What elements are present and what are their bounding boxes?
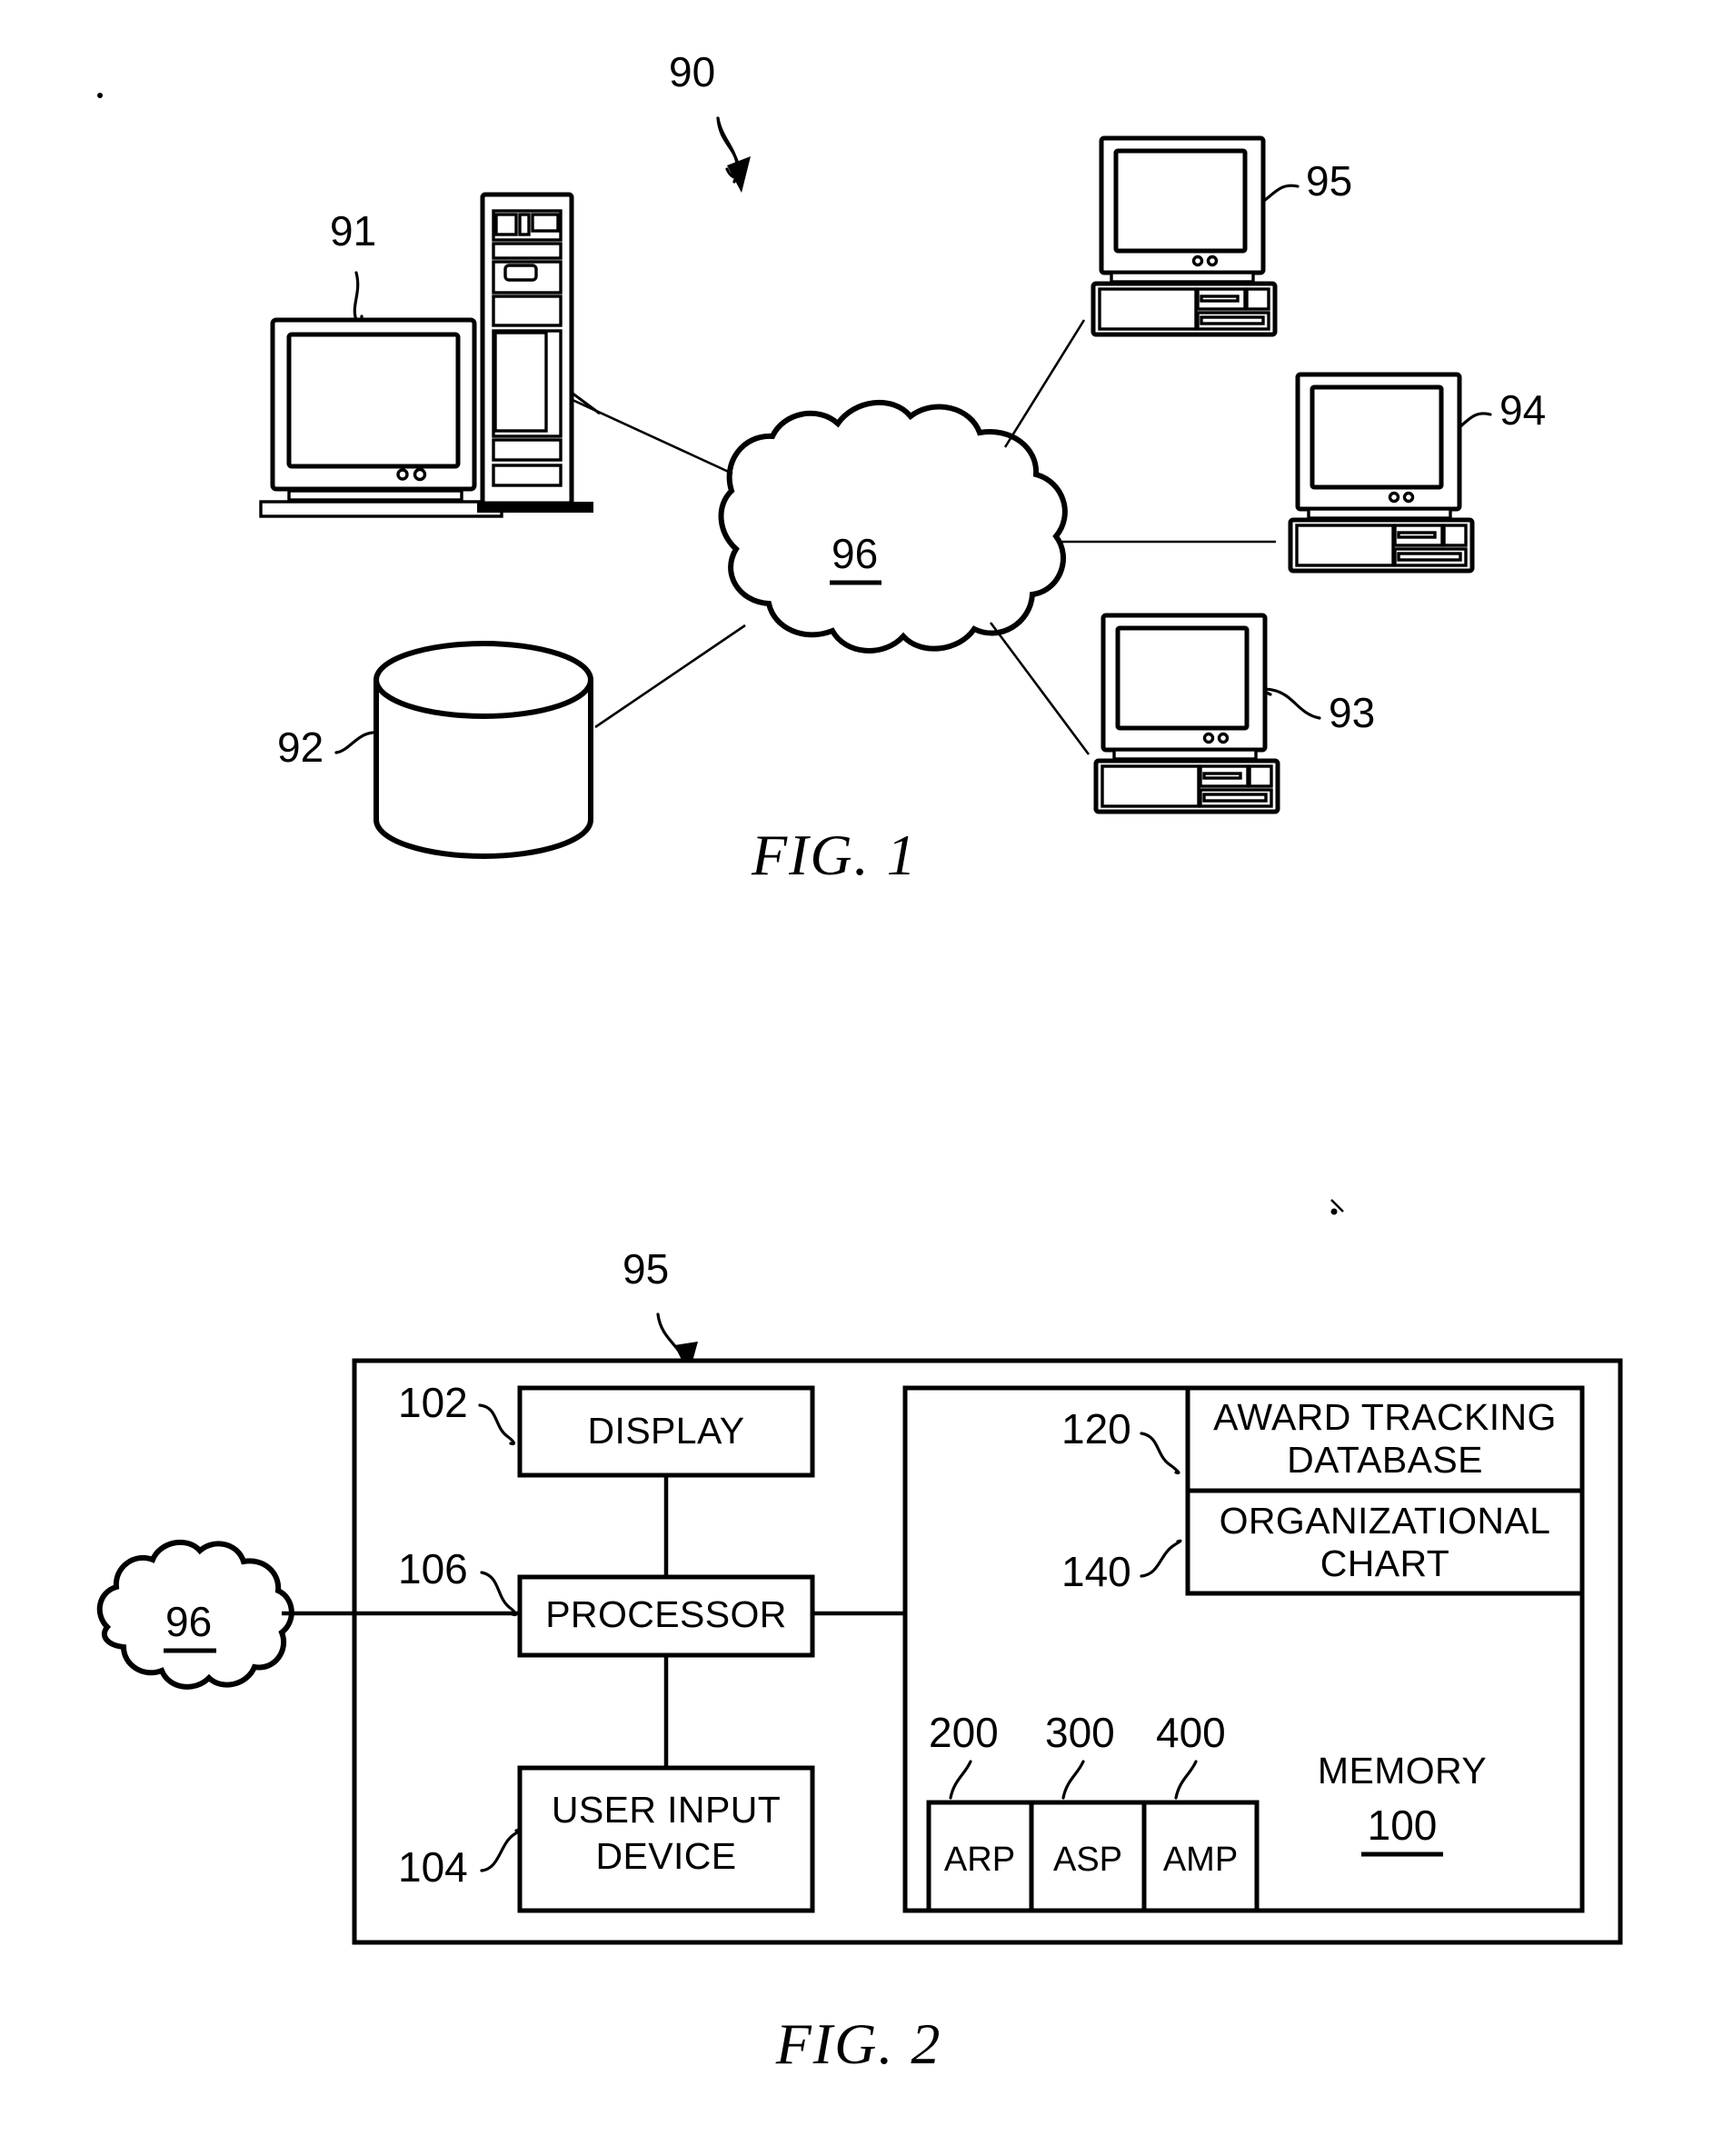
tower-94-left-panel	[1295, 524, 1395, 567]
monitor-91-base	[259, 500, 503, 518]
ref-label-140: 140	[1061, 1548, 1131, 1595]
tower-91-vent-b	[518, 213, 531, 236]
tower-91-vent-c	[531, 213, 560, 233]
db-92-top	[373, 641, 593, 719]
monitor-95-screen	[1113, 148, 1248, 254]
tower-91-vent-a	[494, 213, 518, 236]
ref-label-92: 92	[277, 724, 324, 771]
amp-box-label: AMP	[1163, 1841, 1238, 1879]
tower-91-vent-e	[492, 464, 563, 487]
tower-91-drive-bay-c	[492, 294, 563, 327]
patent-figure-sheet: 90 96 91 92 95 94 93 FIG. 1 95 96 DISPLA…	[0, 0, 1733, 2156]
ref-label-300: 300	[1045, 1709, 1115, 1756]
link-cloud-to-92	[594, 624, 746, 729]
figure-1-group: 90 96 91 92 95 94 93 FIG. 1	[97, 48, 1546, 1215]
tower-91-slot-a	[492, 242, 563, 260]
ref-label-106: 106	[398, 1545, 468, 1592]
tower-94-floppy-slot	[1397, 552, 1462, 562]
ref-label-94: 94	[1499, 386, 1546, 434]
ref-label-400: 400	[1156, 1709, 1226, 1756]
organizational-chart-label-line1: ORGANIZATIONAL	[1220, 1500, 1551, 1542]
figure-2-group: 95 96 DISPLAY 102 PROCESSOR 106 USER INP…	[96, 1245, 1623, 2076]
leader-line-92	[334, 731, 374, 754]
asp-box-label: ASP	[1053, 1841, 1122, 1879]
ref-label-93: 93	[1329, 689, 1375, 736]
monitor-93-led-1	[1202, 732, 1215, 744]
monitor-94-neck	[1307, 507, 1452, 520]
monitor-93-neck	[1112, 748, 1258, 761]
tower-95-left-panel	[1098, 287, 1198, 331]
link-cloud-to-95	[1003, 319, 1086, 448]
monitor-91-led-2	[413, 467, 427, 482]
monitor-91-led-1	[396, 468, 409, 481]
db-92-bottom	[373, 819, 593, 859]
display-box-label: DISPLAY	[588, 1410, 745, 1452]
tower-95-bay-b	[1245, 287, 1270, 311]
award-tracking-database-label-line2: DATABASE	[1287, 1439, 1483, 1481]
ref-label-95-fig2: 95	[622, 1245, 669, 1293]
figure-canvas: 90 96 91 92 95 94 93 FIG. 1 95 96 DISPLA…	[96, 48, 1623, 2076]
organizational-chart-label-line2: CHART	[1320, 1542, 1449, 1584]
processor-box-label: PROCESSOR	[545, 1593, 787, 1635]
monitor-95-neck	[1110, 271, 1255, 284]
monitor-91-screen	[286, 332, 461, 469]
ref-label-200: 200	[929, 1709, 999, 1756]
network-cloud-96	[718, 399, 1068, 654]
monitor-93-screen	[1115, 625, 1250, 731]
arp-box-label: ARP	[944, 1841, 1015, 1879]
user-input-device-label-line1: USER INPUT	[552, 1789, 781, 1831]
ref-label-102: 102	[398, 1379, 468, 1426]
figure-2-caption: FIG. 2	[775, 2011, 942, 2076]
ref-label-120: 120	[1061, 1405, 1131, 1452]
tower-93-left-panel	[1101, 764, 1200, 808]
tower-94-bay-b	[1442, 524, 1468, 547]
monitor-93-led-2	[1217, 732, 1230, 744]
user-input-device-label-line2: DEVICE	[595, 1835, 736, 1877]
link-cloud-to-93	[989, 622, 1091, 755]
scan-speck	[97, 93, 103, 98]
tower-93-bay-a-slot	[1202, 772, 1242, 780]
monitor-94-led-2	[1402, 491, 1415, 504]
ref-label-91: 91	[330, 207, 376, 255]
monitor-91-neck	[287, 489, 463, 502]
ref-label-104: 104	[398, 1843, 468, 1891]
tower-91-vent-d	[492, 438, 563, 462]
figure-1-caption: FIG. 1	[751, 823, 918, 887]
tower-91-panel-inner	[493, 331, 548, 433]
tower-95-floppy-slot	[1200, 315, 1265, 325]
tower-95-bay-a-slot	[1200, 294, 1240, 303]
ref-label-90: 90	[669, 48, 715, 95]
tower-91-foot	[477, 502, 593, 513]
monitor-95-led-1	[1191, 255, 1204, 267]
monitor-94-screen	[1310, 384, 1444, 490]
leader-line-93	[1263, 687, 1321, 720]
ref-label-95: 95	[1306, 157, 1352, 205]
ref-label-96: 96	[832, 530, 878, 577]
ref-label-100: 100	[1368, 1802, 1438, 1849]
memory-label: MEMORY	[1318, 1750, 1487, 1792]
tower-91-floppy	[503, 264, 538, 282]
ref-label-96-fig2: 96	[165, 1598, 212, 1645]
tower-93-bay-b	[1248, 764, 1273, 788]
tower-93-floppy-slot	[1202, 793, 1268, 803]
tower-94-bay-a-slot	[1397, 531, 1437, 539]
monitor-94-led-1	[1388, 491, 1400, 504]
tower-91-link-stub	[571, 391, 601, 415]
scan-speck	[1330, 1208, 1338, 1215]
monitor-95-led-2	[1206, 255, 1219, 267]
award-tracking-database-label-line1: AWARD TRACKING	[1213, 1396, 1557, 1438]
